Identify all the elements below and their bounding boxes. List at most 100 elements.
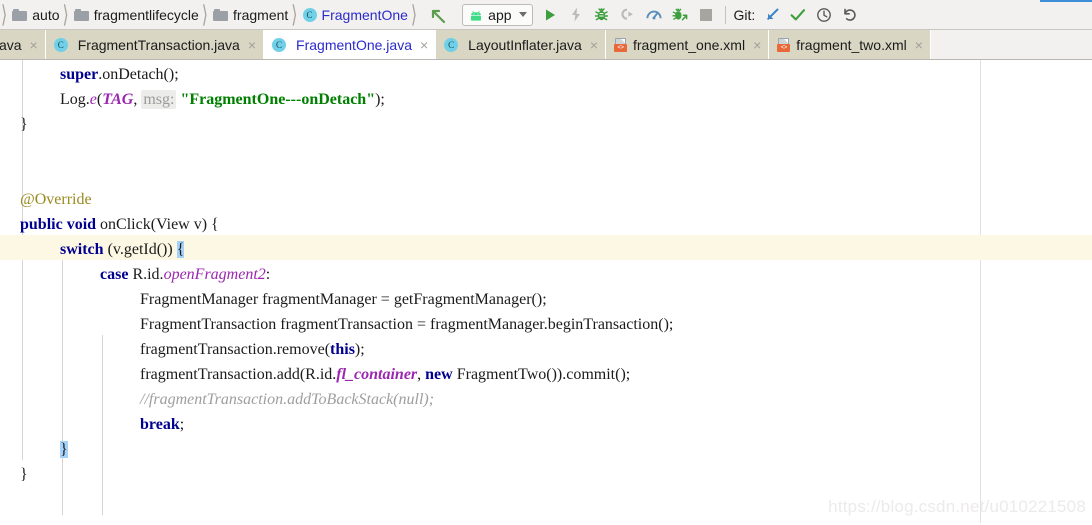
xml-layout-icon: <>	[777, 38, 791, 52]
play-icon	[545, 9, 555, 20]
check-icon	[790, 8, 806, 20]
history-button[interactable]	[811, 2, 837, 28]
top-bar: ⟩ auto ⟩ fragmentlifecycle ⟩ fragment ⟩ …	[0, 0, 1092, 30]
profiler-button[interactable]	[641, 2, 667, 28]
breadcrumb-item-fragmentone[interactable]: C FragmentOne	[299, 0, 410, 30]
code-token: //fragmentTransaction.addToBackStack(nul…	[140, 391, 435, 408]
java-class-icon: C	[444, 38, 459, 52]
breadcrumb-label: fragment	[233, 6, 289, 23]
tab-close-icon[interactable]: ×	[753, 38, 761, 52]
xml-tag-glyph: <>	[614, 44, 627, 52]
code-token: }	[20, 466, 28, 483]
breadcrumb-separator: ⟩	[201, 2, 209, 29]
tab-close-icon[interactable]: ×	[590, 38, 598, 52]
undo-icon	[844, 8, 856, 21]
code-token: }	[60, 441, 68, 458]
code-token: fl_container	[336, 366, 418, 383]
arrow-down-left-icon	[767, 8, 779, 20]
breadcrumb-label: fragmentlifecycle	[93, 6, 199, 23]
navigate-back-button[interactable]	[424, 2, 450, 28]
breadcrumb-separator: ⟩	[1, 2, 8, 29]
java-class-icon: C	[272, 38, 287, 52]
code-token: onDetach	[102, 66, 164, 83]
code-token: public	[20, 216, 63, 233]
coverage-icon	[621, 8, 634, 20]
folder-icon	[73, 8, 89, 21]
folder-icon	[12, 8, 28, 21]
code-token: :	[265, 266, 271, 283]
code-token: ();	[163, 66, 179, 83]
folder-icon	[213, 8, 229, 21]
code-content[interactable]: super.onDetach(); Log.e(TAG, msg: "Fragme…	[0, 60, 1092, 523]
tab-fragment-two-xml[interactable]: <> fragment_two.xml ×	[769, 30, 931, 59]
rollback-button[interactable]	[837, 2, 863, 28]
breadcrumb-item-fragmentlifecycle[interactable]: fragmentlifecycle	[70, 0, 201, 30]
breadcrumb-item-fragment[interactable]: fragment	[209, 0, 290, 30]
git-label: Git:	[733, 6, 756, 23]
run-button[interactable]	[537, 2, 563, 28]
code-token: switch	[60, 241, 104, 258]
code-token: "FragmentOne---onDetach"	[180, 91, 376, 108]
code-line: FragmentManager fragmentManager = getFra…	[0, 287, 547, 312]
code-token: FragmentManager fragmentManager = getFra…	[140, 291, 547, 308]
code-line: FragmentTransaction fragmentTransaction …	[0, 312, 673, 337]
profiler-icon	[645, 10, 662, 20]
tab-close-icon[interactable]: ×	[915, 38, 923, 52]
code-line: public void onClick(View v) {	[0, 212, 219, 237]
code-token: ,	[417, 366, 426, 383]
code-line: fragmentTransaction.add(R.id.fl_containe…	[0, 362, 630, 387]
apply-changes-button[interactable]	[563, 2, 589, 28]
code-line: case R.id.openFragment2:	[0, 262, 270, 287]
breadcrumb-separator: ⟩	[62, 2, 69, 29]
attach-debugger-button[interactable]	[667, 2, 693, 28]
update-project-button[interactable]	[759, 2, 785, 28]
stop-icon	[699, 8, 712, 21]
tab-close-icon[interactable]: ×	[420, 38, 428, 52]
tab-fragmenttransaction-java[interactable]: C FragmentTransaction.java ×	[45, 30, 265, 59]
code-line: fragmentTransaction.remove(this);	[0, 337, 365, 362]
code-token: this	[330, 341, 355, 358]
tab-layoutinflater-java[interactable]: C LayoutInflater.java ×	[436, 30, 606, 59]
code-token: (v.getId())	[103, 241, 177, 258]
code-line: }	[0, 462, 28, 487]
code-line: Log.e(TAG, msg: "FragmentOne---onDetach"…	[0, 87, 385, 112]
code-line: }	[0, 112, 28, 137]
code-line: @Override	[0, 187, 92, 212]
code-token: super	[60, 66, 99, 83]
run-configuration-selector[interactable]: app	[462, 3, 533, 26]
watermark: https://blog.csdn.net/u010221508	[828, 497, 1086, 516]
tab-close-icon[interactable]: ×	[248, 38, 256, 52]
code-token: @Override	[20, 191, 92, 208]
code-editor[interactable]: super.onDetach(); Log.e(TAG, msg: "Fragme…	[0, 60, 1092, 523]
code-token: fragmentTransaction.remove(	[140, 341, 331, 358]
bug-icon	[594, 8, 609, 21]
run-coverage-button[interactable]	[615, 2, 641, 28]
tab-label: FragmentTransaction.java	[77, 37, 240, 53]
code-token: msg:	[141, 90, 177, 109]
code-token: TAG	[102, 91, 134, 108]
tab-label: FragmentOne.java	[296, 37, 412, 53]
clock-icon	[817, 7, 832, 22]
accent-edge	[1040, 0, 1092, 2]
code-token: e	[89, 91, 97, 108]
tab-y-java[interactable]: y.java ×	[0, 30, 46, 59]
code-token: );	[375, 91, 385, 108]
lightning-icon	[571, 7, 580, 22]
stop-button[interactable]	[693, 2, 719, 28]
debug-button[interactable]	[589, 2, 615, 28]
tab-close-icon[interactable]: ×	[30, 38, 38, 52]
tab-fragmentone-java[interactable]: C FragmentOne.java ×	[264, 30, 437, 59]
tab-label: LayoutInflater.java	[468, 37, 582, 53]
breadcrumb-item-auto[interactable]: auto	[8, 0, 61, 30]
xml-layout-icon: <>	[614, 38, 628, 52]
tab-fragment-one-xml[interactable]: <> fragment_one.xml ×	[606, 30, 770, 59]
code-token: FragmentTwo()).commit();	[452, 366, 631, 383]
code-token: openFragment2	[163, 266, 266, 283]
breadcrumb-label: auto	[32, 6, 60, 23]
breadcrumb-separator: ⟩	[291, 2, 298, 29]
commit-button[interactable]	[785, 2, 811, 28]
tab-label: fragment_one.xml	[633, 37, 746, 53]
navigation-breadcrumb: ⟩ auto ⟩ fragmentlifecycle ⟩ fragment ⟩ …	[0, 0, 418, 30]
